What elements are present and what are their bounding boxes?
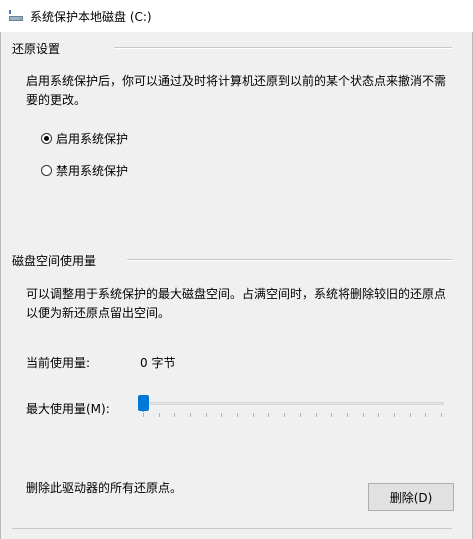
enable-protection-radio[interactable] [41,133,52,144]
slider-tick [425,413,426,417]
slider-tick [394,413,395,417]
delete-description: 删除此驱动器的所有还原点。 [26,481,183,495]
restore-settings-divider [114,47,452,49]
slider-tick [159,413,160,417]
max-usage-slider[interactable] [136,393,446,423]
disable-protection-radio[interactable] [41,165,52,176]
disk-space-heading: 磁盘空间使用量 [12,254,97,268]
slider-tick [347,413,348,417]
slider-track[interactable] [140,402,444,405]
slider-tick [221,413,222,417]
slider-tick [410,413,411,417]
current-usage-value: 0 字节 [140,356,176,370]
slider-tick [253,413,254,417]
window-title: 系统保护本地磁盘 (C:) [30,10,152,24]
disable-protection-label: 禁用系统保护 [56,164,129,178]
slider-tick [316,413,317,417]
restore-settings-heading: 还原设置 [12,42,61,56]
slider-tick [300,413,301,417]
bottom-divider [12,528,452,529]
current-usage-label: 当前使用量: [26,356,91,370]
slider-tick [331,413,332,417]
slider-ticks [143,413,443,417]
slider-thumb[interactable] [138,395,149,412]
slider-tick [378,413,379,417]
restore-description: 启用系统保护后，你可以通过及时将计算机还原到以前的某个状态点来撤消不需要的更改。 [26,74,447,107]
slider-tick [143,413,144,417]
slider-tick [268,413,269,417]
disable-protection-option[interactable]: 禁用系统保护 [41,162,128,179]
disk-space-description: 可以调整用于系统保护的最大磁盘空间。占满空间时，系统将删除较旧的还原点以便为新还… [26,287,447,320]
delete-button[interactable]: 删除(D) [368,483,454,511]
enable-protection-label: 启用系统保护 [56,132,129,146]
slider-tick [190,413,191,417]
enable-protection-option[interactable]: 启用系统保护 [41,130,128,147]
disk-space-divider [127,259,452,261]
slider-tick [441,413,442,417]
slider-tick [174,413,175,417]
title-bar: 系统保护本地磁盘 (C:) [0,0,473,32]
slider-tick [284,413,285,417]
drive-icon [9,10,23,21]
slider-tick [206,413,207,417]
delete-button-label: 删除(D) [389,490,433,505]
window-border-left [0,32,1,539]
slider-tick [237,413,238,417]
slider-tick [363,413,364,417]
max-usage-label: 最大使用量(M): [26,402,110,416]
